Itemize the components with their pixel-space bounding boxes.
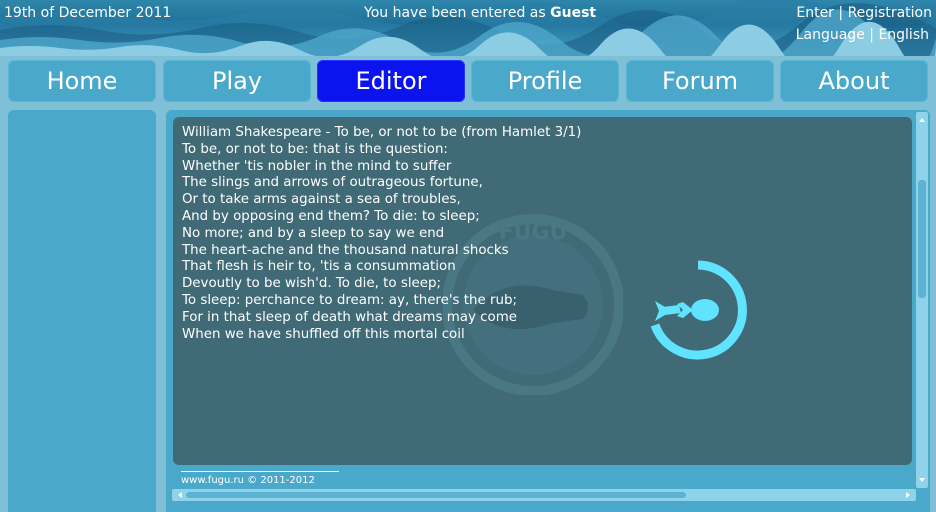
nav-forum[interactable]: Forum <box>626 60 774 102</box>
poem-line: To be, or not to be: that is the questio… <box>182 141 448 157</box>
poem-line: For in that sleep of death what dreams m… <box>182 309 517 325</box>
poem-line: When we have shuffled off this mortal co… <box>182 326 465 342</box>
main-navigation: Home Play Editor Profile Forum About <box>0 60 936 104</box>
poem-line: To sleep: perchance to dream: ay, there'… <box>182 292 518 308</box>
poem-line: And by opposing end them? To die: to sle… <box>182 208 480 224</box>
editor-area[interactable]: FUGU William Shakespeare - To be, or not… <box>173 117 912 465</box>
horizontal-scroll-thumb[interactable] <box>186 492 686 498</box>
poem-line: William Shakespeare - To be, or not to b… <box>182 125 582 140</box>
poem-line: The slings and arrows of outrageous fort… <box>182 175 483 191</box>
user-status: You have been entered as Guest <box>364 5 596 21</box>
user-name: Guest <box>550 5 597 21</box>
vertical-scrollbar[interactable] <box>916 112 928 488</box>
separator: | <box>838 5 848 21</box>
poem-line: Or to take arms against a sea of trouble… <box>182 192 461 208</box>
nav-play[interactable]: Play <box>163 60 311 102</box>
nav-editor[interactable]: Editor <box>317 60 465 102</box>
poem-line: The heart-ache and the thousand natural … <box>182 242 509 258</box>
current-date: 19th of December 2011 <box>4 5 172 21</box>
footer-divider <box>181 471 339 472</box>
nav-profile[interactable]: Profile <box>471 60 619 102</box>
english-link[interactable]: English <box>878 27 929 43</box>
nav-about[interactable]: About <box>780 60 928 102</box>
language-link[interactable]: Language <box>796 27 865 43</box>
left-sidebar <box>8 110 156 512</box>
scroll-left-arrow-icon[interactable] <box>174 489 186 501</box>
scroll-down-arrow-icon[interactable] <box>916 474 928 486</box>
footer-copyright: www.fugu.ru © 2011-2012 <box>181 475 315 486</box>
scroll-right-arrow-icon[interactable] <box>902 489 914 501</box>
poem-line: Devoutly to be wish'd. To die, to sleep; <box>182 276 442 292</box>
nav-home[interactable]: Home <box>8 60 156 102</box>
user-status-prefix: You have been entered as <box>364 5 551 21</box>
poem-line: Whether 'tis nobler in the mind to suffe… <box>182 158 452 174</box>
auth-links: Enter | Registration <box>796 5 932 21</box>
poem-text: William Shakespeare - To be, or not to b… <box>182 125 581 343</box>
poem-line: That flesh is heir to, 'tis a consummati… <box>182 259 456 275</box>
registration-link[interactable]: Registration <box>848 5 932 21</box>
fugu-loading-icon <box>650 260 747 360</box>
main-panel: FUGU William Shakespeare - To be, or not… <box>166 110 930 512</box>
horizontal-scrollbar[interactable] <box>172 489 916 501</box>
vertical-scroll-thumb[interactable] <box>918 180 926 298</box>
language-links: Language | English <box>796 27 929 43</box>
header-banner: 19th of December 2011 You have been ente… <box>0 0 936 56</box>
enter-link[interactable]: Enter <box>796 5 834 21</box>
scroll-up-arrow-icon[interactable] <box>916 114 928 126</box>
poem-line: No more; and by a sleep to say we end <box>182 225 445 241</box>
